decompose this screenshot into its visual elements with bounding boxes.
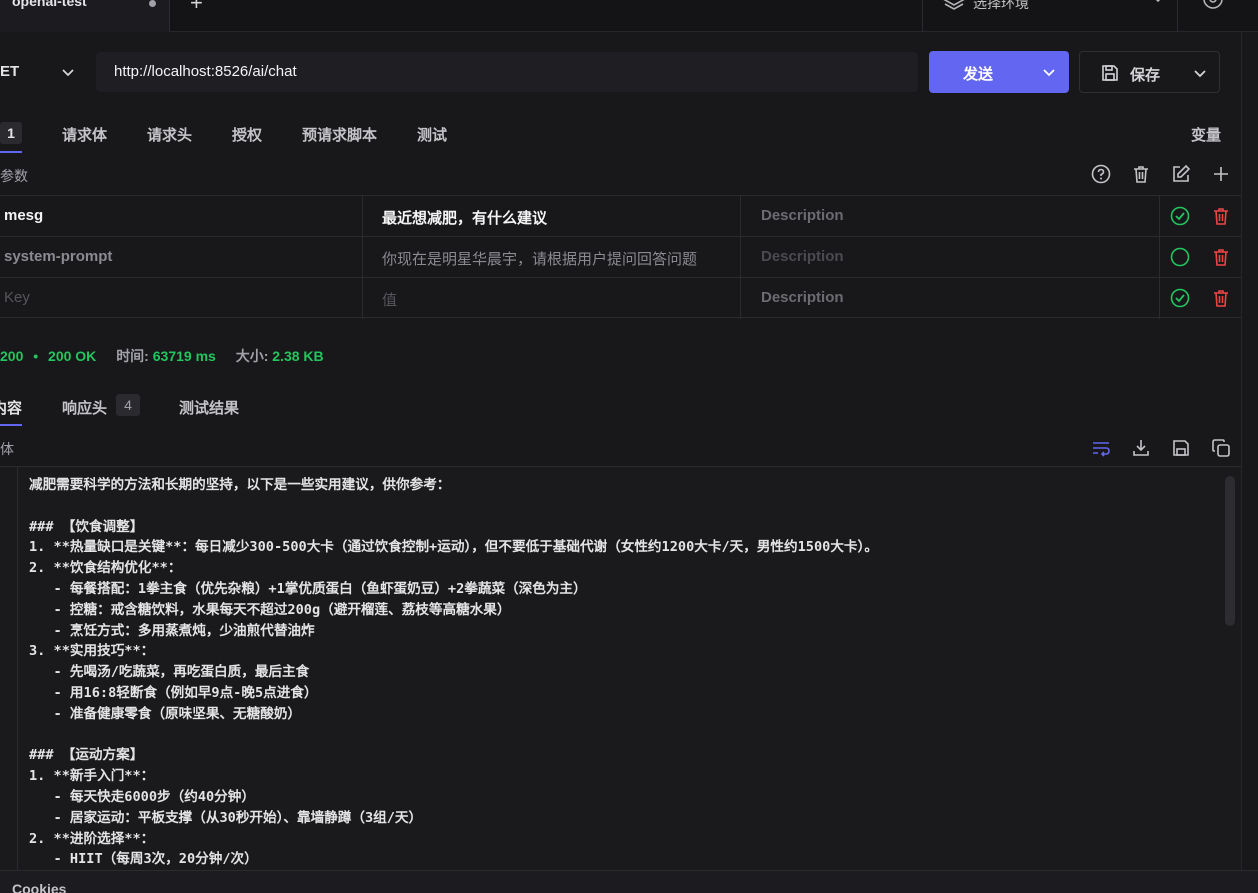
- trash-icon[interactable]: [1211, 247, 1231, 267]
- editor-gutter: [17, 467, 18, 870]
- cookies-label[interactable]: Cookies: [12, 881, 66, 893]
- wrap-icon[interactable]: [1091, 438, 1111, 458]
- param-key[interactable]: system-prompt: [4, 248, 112, 265]
- save-icon: [1102, 65, 1118, 81]
- circle-icon[interactable]: [1170, 247, 1190, 267]
- chevron-down-icon: [1155, 0, 1161, 3]
- response-line: 3. **实用技巧**：: [29, 643, 155, 660]
- tab-headers[interactable]: 请求头: [147, 124, 192, 145]
- param-description[interactable]: Description: [761, 248, 844, 265]
- tab-test[interactable]: 测试: [417, 124, 447, 145]
- response-line: - 控糖：戒含糖饮料，水果每天不超过200g（避开榴莲、荔枝等高糖水果）: [29, 601, 511, 618]
- time-label: 时间:: [116, 348, 149, 364]
- edit-icon[interactable]: [1171, 164, 1191, 184]
- size-value: 2.38 KB: [272, 348, 324, 364]
- method-select[interactable]: ET: [0, 52, 90, 92]
- response-status: 200 • 200 OK 时间: 63719 ms 大小: 2.38 KB: [0, 346, 324, 366]
- response-line: 2. **进阶选择**：: [29, 830, 155, 847]
- response-line: ### 【饮食调整】: [29, 518, 144, 535]
- copy-icon[interactable]: [1211, 438, 1231, 458]
- trash-icon[interactable]: [1211, 206, 1231, 226]
- response-line: 2. **饮食结构优化**：: [29, 560, 182, 577]
- right-edge: [1241, 32, 1258, 870]
- time-value: 63719 ms: [152, 348, 216, 364]
- chevron-down-icon[interactable]: [1041, 64, 1057, 80]
- request-tabs: 1 请求体 请求头 授权 预请求脚本 测试 变量: [0, 114, 1258, 154]
- param-row: mesg 最近想减肥，有什么建议 Description: [0, 195, 1241, 237]
- response-line: - 准备健康零食（原味坚果、无糖酸奶）: [29, 705, 302, 722]
- save-button[interactable]: 保存: [1079, 51, 1220, 93]
- param-value[interactable]: 最近想减肥，有什么建议: [382, 207, 547, 228]
- active-tab-indicator: [0, 424, 22, 426]
- body-label: 体: [0, 441, 14, 457]
- param-row: Key 值 Description: [0, 277, 1241, 319]
- new-tab-icon[interactable]: +: [190, 0, 203, 16]
- method-label: ET: [0, 63, 20, 80]
- response-line: [29, 725, 878, 746]
- save-icon[interactable]: [1171, 438, 1191, 458]
- tab-auth[interactable]: 授权: [232, 124, 262, 145]
- status-separator: •: [33, 348, 39, 364]
- response-line: - 烹饪方式：多用蒸煮炖，少油煎代替油炸: [29, 622, 315, 639]
- response-line: 减肥需要科学的方法和长期的坚持，以下是一些实用建议，供你参考：: [29, 477, 451, 493]
- param-row: system-prompt 你现在是明星华晨宇，请根据用户提问回答问题 Desc…: [0, 236, 1241, 278]
- url-value: http://localhost:8526/ai/chat: [114, 63, 297, 80]
- response-line: 1. **热量缺口是关键**：每日减少300-500大卡（通过饮食控制+运动），…: [29, 539, 878, 556]
- request-tab[interactable]: openai-test: [0, 0, 170, 32]
- response-tabs: 内容 响应头 4 测试结果: [0, 390, 1258, 426]
- check-circle-icon[interactable]: [1170, 288, 1190, 308]
- trash-icon[interactable]: [1211, 288, 1231, 308]
- help-icon[interactable]: [1091, 164, 1111, 184]
- unsaved-dot-icon[interactable]: [149, 0, 156, 7]
- param-value[interactable]: 值: [382, 289, 397, 310]
- headers-count-badge: 4: [116, 394, 140, 416]
- response-line: ### 【运动方案】: [29, 747, 144, 764]
- layers-icon: [943, 0, 965, 10]
- download-icon[interactable]: [1131, 438, 1151, 458]
- response-line: - 先喝汤/吃蔬菜，再吃蛋白质，最后主食: [29, 664, 310, 681]
- param-description[interactable]: Description: [761, 289, 844, 306]
- status-code: 200: [0, 348, 24, 364]
- response-line: - HIIT（每周3次，20分钟/次）: [29, 851, 258, 868]
- response-line: 1. **新手入门**：: [29, 768, 155, 785]
- url-input[interactable]: http://localhost:8526/ai/chat: [96, 52, 918, 92]
- response-line: - 居家运动：平板支撑（从30秒开始）、靠墙静蹲（3组/天）: [29, 809, 423, 826]
- param-description[interactable]: Description: [761, 207, 844, 224]
- send-button[interactable]: 发送: [929, 51, 1069, 93]
- response-text: 减肥需要科学的方法和长期的坚持，以下是一些实用建议，供你参考： ### 【饮食调整…: [29, 475, 878, 870]
- environment-select[interactable]: 选择环境: [922, 0, 1178, 32]
- tab-variables[interactable]: 变量: [1191, 124, 1221, 145]
- plus-icon[interactable]: [1211, 164, 1231, 184]
- active-tab-indicator: [0, 151, 22, 153]
- response-line: - 每天快走6000步（约40分钟）: [29, 788, 255, 805]
- chevron-down-icon[interactable]: [1192, 65, 1208, 81]
- settings-icon[interactable]: [1200, 0, 1226, 12]
- size-label: 大小:: [235, 348, 269, 364]
- tab-body[interactable]: 请求体: [62, 124, 107, 145]
- tab-content[interactable]: 内容: [0, 397, 22, 418]
- param-key[interactable]: Key: [4, 289, 30, 306]
- check-circle-icon[interactable]: [1170, 206, 1190, 226]
- send-label: 发送: [963, 66, 994, 83]
- param-key[interactable]: mesg: [4, 207, 43, 224]
- response-line: - 每餐搭配：1拳主食（优先杂粮）+1掌优质蛋白（鱼虾蛋奶豆）+2拳蔬菜（深色为…: [29, 580, 587, 597]
- params-label: 参数: [0, 168, 28, 184]
- tab-params-badge[interactable]: 1: [0, 122, 22, 144]
- param-value[interactable]: 你现在是明星华晨宇，请根据用户提问回答问题: [382, 248, 697, 269]
- scrollbar[interactable]: [1225, 476, 1235, 626]
- response-line: - 用16:8轻断食（例如早9点-晚5点进食）: [29, 684, 318, 701]
- response-line: [29, 496, 878, 517]
- tab-response-headers[interactable]: 响应头: [62, 397, 107, 418]
- response-body-editor[interactable]: 减肥需要科学的方法和长期的坚持，以下是一些实用建议，供你参考： ### 【饮食调整…: [0, 466, 1241, 870]
- tab-test-results[interactable]: 测试结果: [179, 397, 239, 418]
- footer-bar: Cookies: [0, 870, 1258, 893]
- environment-label: 选择环境: [973, 0, 1029, 11]
- trash-icon[interactable]: [1131, 164, 1151, 184]
- chevron-down-icon: [62, 69, 74, 77]
- tab-prescript[interactable]: 预请求脚本: [302, 124, 377, 145]
- status-text: 200 OK: [48, 348, 97, 364]
- request-tab-label: openai-test: [12, 0, 87, 9]
- save-label: 保存: [1130, 67, 1161, 84]
